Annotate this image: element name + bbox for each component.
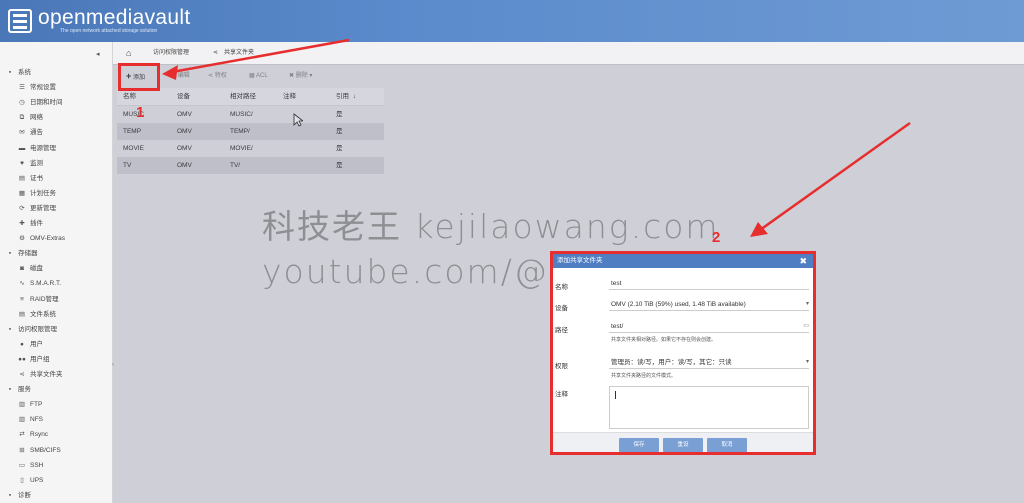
annotation-arrow-1 [162, 38, 350, 80]
annotation-arrows [162, 38, 911, 237]
annotation-arrow-2 [750, 121, 911, 237]
